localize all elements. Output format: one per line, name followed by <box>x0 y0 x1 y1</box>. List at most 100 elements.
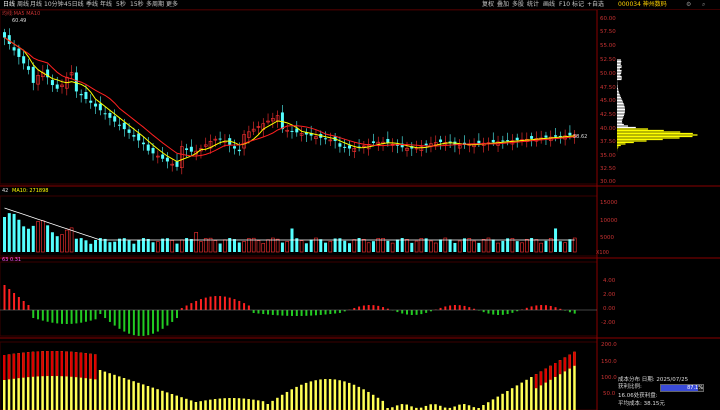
price-tick: 50.00 <box>600 71 616 77</box>
cost-bar-top <box>568 355 571 369</box>
cost-bar <box>338 380 341 410</box>
volume-bar <box>410 243 413 252</box>
volume-bar <box>420 238 423 252</box>
volume-bar <box>516 241 519 252</box>
candle-down <box>104 113 107 114</box>
candle-down <box>142 143 145 145</box>
volume-bar <box>41 221 44 252</box>
macd-bar <box>358 307 360 310</box>
cost-bar-top <box>70 352 73 377</box>
candle-down <box>425 144 428 146</box>
cost-bar-top <box>559 360 562 374</box>
cost-bar <box>171 394 174 410</box>
macd-bar <box>152 310 154 334</box>
cost-bar <box>247 399 250 410</box>
candle-down <box>13 47 16 50</box>
cost-bar <box>113 375 116 410</box>
macd-bar <box>301 310 303 316</box>
cost-bar-top <box>61 351 64 376</box>
volume-bar <box>535 240 538 252</box>
volume-bar <box>300 241 303 252</box>
macd-bar <box>464 306 466 310</box>
cost-bar <box>180 397 183 410</box>
panel-frame <box>0 10 597 184</box>
cost-bar <box>228 398 231 410</box>
cost-bar <box>310 381 313 410</box>
macd-bar <box>502 310 504 315</box>
cost-bar <box>209 400 212 410</box>
volume-bar <box>199 242 202 252</box>
macd-bar <box>497 310 499 315</box>
candle-down <box>56 85 59 89</box>
candle-down <box>219 139 222 140</box>
candle-down <box>32 67 35 83</box>
ma-legend: 均线:MA5 MA10 <box>2 11 40 17</box>
volume-bar <box>8 213 11 252</box>
candle-down <box>99 104 102 111</box>
cost-bar-top <box>46 351 49 376</box>
cost-bar <box>525 380 528 410</box>
candle-down <box>554 135 557 136</box>
cost-bar-top <box>27 352 30 377</box>
candle-down <box>185 148 188 150</box>
peak-price-label: 60.49 <box>12 18 26 24</box>
volume-bar <box>286 241 289 252</box>
cost-bar <box>214 399 217 410</box>
candle-down <box>128 129 131 132</box>
macd-bar <box>550 306 552 310</box>
cost-bar-top <box>89 354 92 379</box>
cost-bar-top <box>94 354 97 379</box>
cost-bar-top <box>544 369 547 383</box>
macd-bar <box>483 310 485 312</box>
volume-bar <box>525 239 528 252</box>
candle-down <box>123 123 126 129</box>
macd-bar <box>459 305 461 310</box>
volume-bar <box>128 240 131 252</box>
candle-down <box>372 141 375 143</box>
candle-down <box>492 140 495 142</box>
candle-down <box>568 133 571 136</box>
volume-bar <box>564 243 567 252</box>
macd-bar <box>104 310 106 318</box>
cost-bar-top <box>32 352 35 377</box>
cost-bar-top <box>17 353 20 378</box>
cost-tick: 150.0 <box>601 359 617 365</box>
volume-bar <box>51 232 54 252</box>
macd-bar <box>114 310 116 326</box>
volume-bar <box>17 220 20 252</box>
volume-bar <box>56 236 59 252</box>
cost-bar-top <box>80 353 83 378</box>
macd-bar <box>334 310 336 314</box>
cost-bar-top <box>51 351 54 376</box>
volume-ma-line <box>5 208 575 240</box>
macd-bar <box>99 310 101 314</box>
ma10-line <box>5 38 575 157</box>
macd-bar <box>487 310 489 314</box>
candle-down <box>506 140 509 141</box>
macd-bar <box>440 308 442 310</box>
volume-bar <box>367 243 370 252</box>
macd-bar <box>61 310 63 324</box>
cost-bar <box>132 381 135 410</box>
macd-bar <box>531 306 533 310</box>
volume-bar <box>223 240 226 252</box>
candle-down <box>75 72 78 91</box>
macd-bar <box>85 310 87 322</box>
volume-bar <box>214 241 217 252</box>
macd-bar <box>80 310 82 323</box>
macd-bar <box>444 306 446 310</box>
macd-bar <box>339 310 341 313</box>
volume-ma-label: MA10: 271898 <box>12 188 48 194</box>
macd-bar <box>425 310 427 313</box>
candle-down <box>147 145 150 151</box>
cost-bar-top <box>3 355 6 380</box>
candle-down <box>27 66 30 70</box>
macd-bar <box>449 305 451 310</box>
cost-bar <box>487 402 490 410</box>
candle-down <box>544 136 547 138</box>
cost-bar <box>271 401 274 410</box>
cost-bar <box>463 404 466 410</box>
macd-bar <box>540 305 542 310</box>
average-cost-label: 平均成本: 38.15元 <box>618 401 718 408</box>
volume-bar <box>310 240 313 252</box>
